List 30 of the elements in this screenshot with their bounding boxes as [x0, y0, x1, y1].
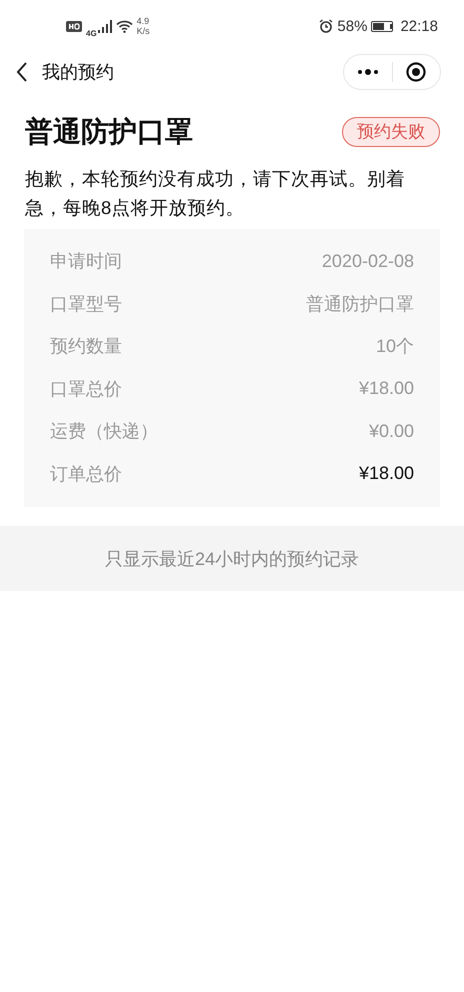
status-badge: 预约失败 [342, 117, 440, 147]
clock-time: 22:18 [400, 18, 438, 34]
detail-value: ¥18.00 [358, 463, 414, 484]
detail-label: 申请时间 [50, 250, 122, 274]
detail-value: ¥18.00 [358, 378, 414, 400]
alarm-icon [319, 19, 334, 33]
page-title: 我的预约 [42, 61, 115, 84]
wifi-icon [116, 20, 133, 32]
signal-icon [98, 20, 112, 32]
battery-percent: 58% [337, 18, 368, 34]
battery-icon [371, 20, 392, 32]
result-message: 抱歉，本轮预约没有成功，请下次再试。别着急，每晚8点将开放预约。 [24, 167, 406, 220]
hd-icon [66, 20, 82, 32]
target-icon [406, 62, 426, 82]
speed-value: 4.9 [136, 16, 150, 26]
detail-label: 口罩型号 [50, 292, 122, 316]
detail-value: 普通防护口罩 [306, 292, 414, 316]
detail-value: 2020-02-08 [322, 250, 414, 272]
history-note: 只显示最近24小时内的预约记录 [104, 548, 360, 570]
detail-value: 10个 [376, 335, 414, 358]
detail-value: ¥0.00 [368, 420, 414, 442]
detail-label: 运费（快递） [50, 420, 158, 444]
detail-label: 订单总价 [50, 462, 122, 486]
more-icon [356, 69, 379, 75]
detail-label: 口罩总价 [50, 378, 122, 401]
detail-label: 预约数量 [50, 335, 122, 358]
back-icon [16, 62, 28, 82]
network-type: 4G [86, 28, 97, 38]
speed-unit: K/s [136, 26, 150, 36]
product-name: 普通防护口罩 [24, 115, 193, 149]
